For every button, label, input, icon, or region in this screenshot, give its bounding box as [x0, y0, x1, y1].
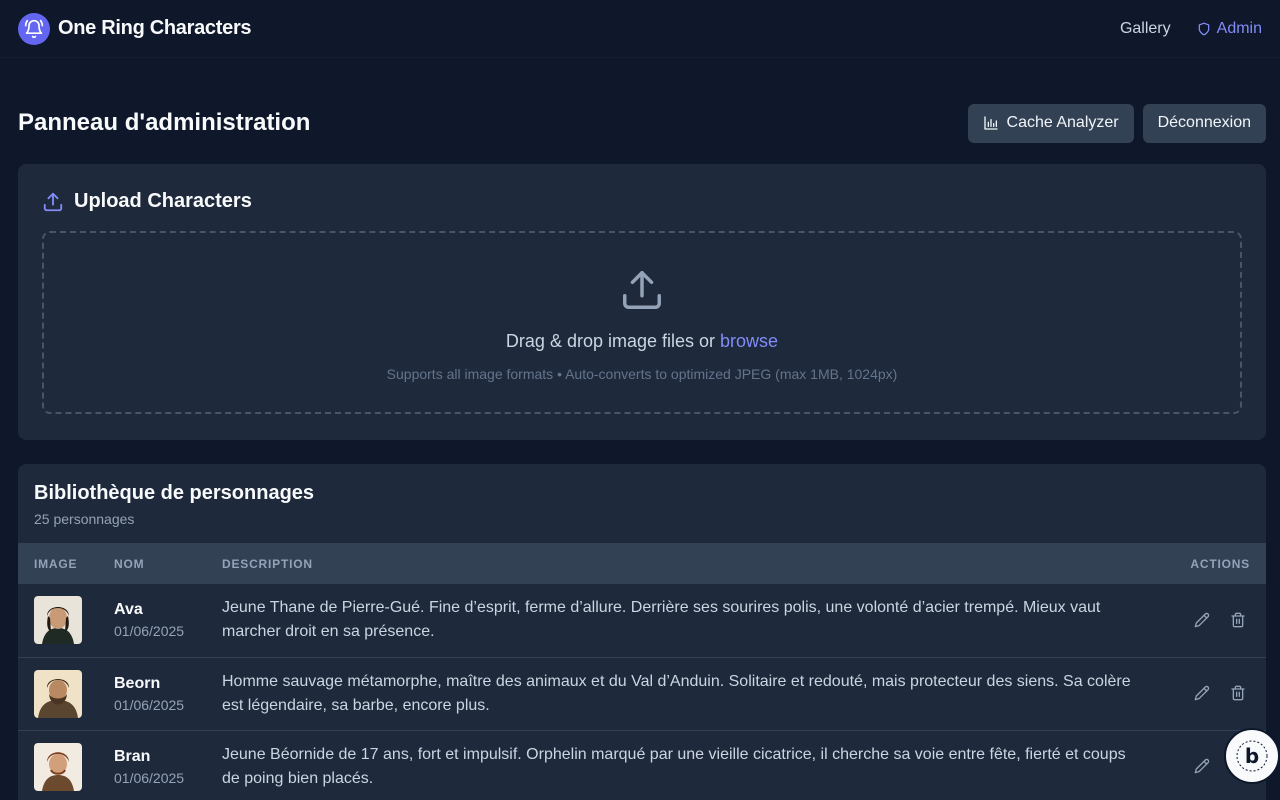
shield-icon: [1198, 22, 1209, 35]
bolt-badge[interactable]: b: [1224, 728, 1280, 784]
library-title: Bibliothèque de personnages: [34, 482, 315, 504]
table-row: Bran 01/06/2025 Jeune Béornide de 17 ans…: [18, 730, 1266, 800]
upload-title: Upload Characters: [74, 190, 252, 212]
logout-label: Déconnexion: [1157, 114, 1251, 131]
edit-button[interactable]: [1190, 754, 1214, 778]
character-name: Beorn: [114, 674, 161, 692]
table-row: Beorn 01/06/2025 Homme sauvage métamorph…: [18, 657, 1266, 730]
character-date: 01/06/2025: [114, 769, 185, 786]
character-table: Image Nom Description Actions: [18, 543, 1266, 800]
page-title: Panneau d'administration: [18, 109, 311, 136]
trash-icon: [1231, 612, 1245, 628]
library-count: 25 personnages: [34, 511, 135, 527]
delete-button[interactable]: [1226, 681, 1250, 705]
cache-analyzer-label: Cache Analyzer: [1006, 114, 1119, 131]
image-cell: [18, 657, 98, 730]
bolt-logo-icon: b: [1236, 740, 1268, 772]
page-header: Panneau d'administration Cache Analyzer …: [0, 58, 1280, 164]
upload-icon: [623, 271, 661, 309]
character-avatar[interactable]: [34, 596, 82, 645]
browse-link[interactable]: browse: [720, 331, 778, 351]
pencil-icon: [1194, 758, 1209, 774]
dropzone-text: Drag & drop image files or browse: [506, 331, 778, 352]
cache-analyzer-button[interactable]: Cache Analyzer: [967, 103, 1134, 143]
header-actions: Cache Analyzer Déconnexion: [967, 103, 1266, 143]
app-title: One Ring Characters: [58, 17, 252, 39]
table-header: Image Nom Description Actions: [18, 543, 1266, 584]
character-date: 01/06/2025: [114, 623, 185, 640]
actions-cell: [1166, 657, 1266, 730]
column-image: Image: [34, 556, 78, 571]
pencil-icon: [1194, 685, 1209, 701]
character-description: Homme sauvage métamorphe, maître des ani…: [222, 672, 1131, 714]
character-avatar[interactable]: [34, 669, 82, 718]
brand[interactable]: One Ring Characters: [18, 12, 252, 45]
svg-text:b: b: [1245, 744, 1259, 768]
name-cell: Beorn 01/06/2025: [98, 657, 206, 730]
character-description: Jeune Thane de Pierre-Gué. Fine d’esprit…: [222, 599, 1101, 641]
bell-icon: [18, 12, 50, 45]
edit-button[interactable]: [1190, 681, 1214, 705]
pencil-icon: [1194, 612, 1209, 628]
upload-header: Upload Characters: [42, 190, 1242, 213]
upload-card: Upload Characters Drag & drop image file…: [18, 164, 1266, 440]
bar-chart-icon: [983, 116, 998, 130]
top-navigation: One Ring Characters Gallery Admin: [0, 0, 1280, 58]
main-nav: Gallery Admin: [1120, 20, 1262, 38]
image-cell: [18, 584, 98, 657]
character-library: Bibliothèque de personnages 25 personnag…: [18, 464, 1266, 800]
dropzone-instruction: Drag & drop image files or: [505, 331, 716, 351]
file-dropzone[interactable]: Drag & drop image files or browse Suppor…: [42, 231, 1242, 414]
image-cell: [18, 730, 98, 800]
upload-icon: [43, 192, 63, 211]
trash-icon: [1231, 685, 1245, 701]
nav-admin-link[interactable]: Admin: [1197, 20, 1262, 38]
edit-button[interactable]: [1190, 608, 1214, 632]
nav-admin-label: Admin: [1216, 19, 1262, 37]
character-avatar[interactable]: [34, 742, 82, 791]
column-actions: Actions: [1190, 556, 1250, 571]
column-description: Description: [222, 556, 313, 571]
nav-gallery-link[interactable]: Gallery: [1120, 20, 1171, 38]
character-date: 01/06/2025: [114, 696, 185, 713]
actions-cell: [1166, 584, 1266, 657]
character-name: Bran: [114, 747, 151, 765]
table-header-row: Image Nom Description Actions: [18, 543, 1266, 584]
delete-button[interactable]: [1226, 608, 1250, 632]
name-cell: Bran 01/06/2025: [98, 730, 206, 800]
dropzone-hint: Supports all image formats • Auto-conver…: [386, 366, 898, 382]
character-description: Jeune Béornide de 17 ans, fort et impuls…: [222, 745, 1126, 787]
library-header: Bibliothèque de personnages 25 personnag…: [18, 464, 1266, 543]
character-name: Ava: [114, 601, 143, 619]
column-name: Nom: [114, 556, 145, 571]
logout-button[interactable]: Déconnexion: [1142, 103, 1266, 143]
table-body: Ava 01/06/2025 Jeune Thane de Pierre-Gué…: [18, 584, 1266, 800]
table-row: Ava 01/06/2025 Jeune Thane de Pierre-Gué…: [18, 584, 1266, 657]
name-cell: Ava 01/06/2025: [98, 584, 206, 657]
